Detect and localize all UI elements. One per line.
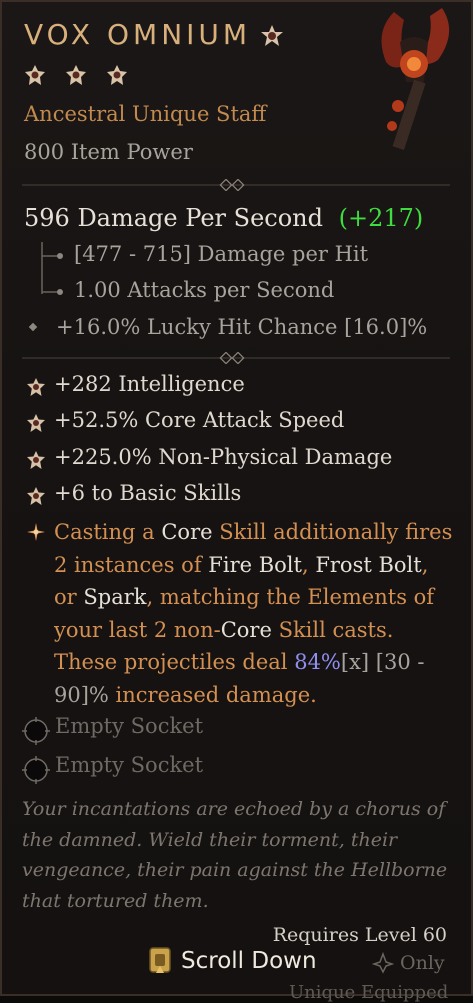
socket-label: Empty Socket [55, 714, 204, 738]
class-only: Only [372, 952, 445, 974]
item-power: 800 Item Power [24, 140, 193, 164]
empty-socket-icon [22, 717, 50, 745]
item-type: Ancestral Unique Staff [24, 102, 267, 126]
equipped-status: Unique Equipped [289, 982, 449, 1003]
class-only-label: Only [400, 952, 445, 974]
star-icon [261, 25, 283, 46]
level-requirement: Requires Level 60 [272, 924, 447, 946]
unique-power-icon [27, 523, 45, 541]
affix-line: +282 Intelligence [54, 372, 245, 396]
affix-star-icon [27, 414, 45, 432]
scroll-down-button[interactable]: Scroll Down [147, 946, 317, 976]
implicit-affix: +16.0% Lucky Hit Chance [16.0]% [56, 315, 428, 339]
stat-tree-lines [41, 242, 63, 295]
rating-stars [24, 64, 128, 86]
scroll-down-label: Scroll Down [181, 948, 317, 974]
diamond-bullet-icon [28, 322, 38, 332]
affix-line: +52.5% Core Attack Speed [54, 408, 345, 432]
affix-star-icon [27, 451, 45, 469]
star-icon [66, 65, 86, 85]
socket-label: Empty Socket [55, 753, 204, 777]
divider [22, 179, 450, 191]
attacks-per-second: 1.00 Attacks per Second [74, 278, 335, 302]
affix-star-icon [27, 487, 45, 505]
star-icon [25, 65, 45, 85]
dps-value: 596 Damage Per Second [24, 204, 323, 232]
affix-line: +225.0% Non-Physical Damage [54, 445, 393, 469]
divider [22, 352, 450, 364]
class-icon [372, 952, 394, 974]
item-name: VOX OMNIUM [24, 18, 252, 51]
affix-star-icon [27, 378, 45, 396]
damage-per-second: 596 Damage Per Second (+217) [24, 204, 423, 232]
flavor-text: Your incantations are echoed by a chorus… [22, 798, 448, 912]
item-tooltip: VOX OMNIUM Ancestral Unique Staff 800 It… [0, 0, 473, 1003]
affix-line: +6 to Basic Skills [54, 481, 242, 505]
star-icon [107, 65, 127, 85]
damage-per-hit: [477 - 715] Damage per Hit [74, 242, 369, 266]
empty-socket-icon [22, 756, 50, 784]
unique-power-text: Casting a Core Skill additionally fires … [54, 520, 453, 707]
staff-icon [381, 8, 450, 150]
dps-delta: (+217) [338, 204, 424, 232]
scroll-key-icon [149, 947, 171, 973]
